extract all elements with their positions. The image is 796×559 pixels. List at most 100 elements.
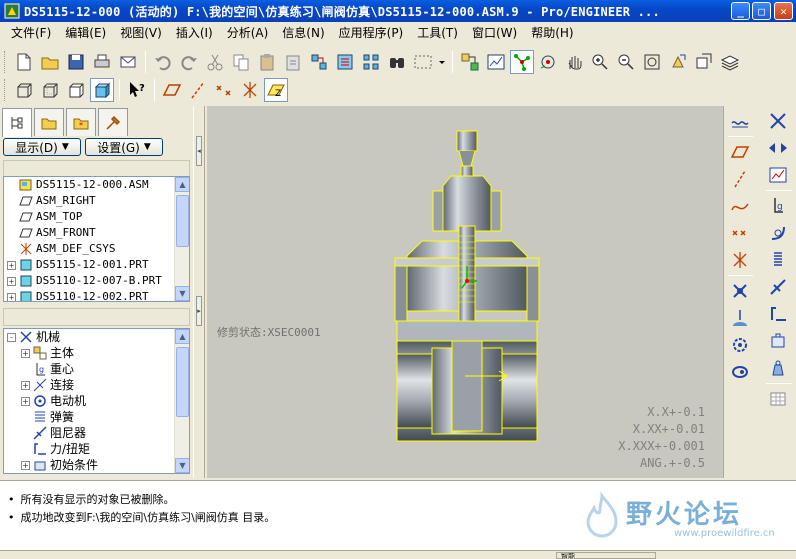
expand-icon[interactable]: + bbox=[21, 396, 30, 406]
model-tree-scrollbar[interactable]: ▲ ▼ bbox=[174, 177, 189, 301]
datum-csys-tool[interactable] bbox=[727, 248, 753, 272]
scroll-down-button[interactable]: ▼ bbox=[175, 286, 189, 301]
select-box-button[interactable] bbox=[411, 50, 435, 74]
mechanism-tree-item[interactable]: + 电动机 bbox=[4, 393, 189, 409]
tab-connections[interactable] bbox=[98, 108, 128, 136]
panel-splitter[interactable]: ◂ ▸ bbox=[193, 106, 205, 478]
scroll-up-button[interactable]: ▲ bbox=[175, 177, 189, 192]
menu-applications[interactable]: 应用程序(P) bbox=[332, 22, 411, 44]
mechanism-tree-scrollbar[interactable]: ▲ ▼ bbox=[174, 329, 189, 473]
tab-favorites[interactable]: * bbox=[66, 108, 96, 136]
model-tree-item[interactable]: ASM_FRONT bbox=[4, 225, 189, 241]
search-button[interactable] bbox=[385, 50, 409, 74]
model-tree-item[interactable]: + DS5110-12-007-B.PRT bbox=[4, 273, 189, 289]
mechanism-bodies-button[interactable] bbox=[458, 50, 482, 74]
tab-model-tree[interactable] bbox=[2, 108, 32, 137]
paste-special-button[interactable] bbox=[281, 50, 305, 74]
settings-dropdown[interactable]: 设置(G) ▼ bbox=[85, 138, 163, 156]
mechanism-tree-item[interactable]: + 初始条件 bbox=[4, 457, 189, 473]
paste-button[interactable] bbox=[255, 50, 279, 74]
menu-help[interactable]: 帮助(H) bbox=[524, 22, 580, 44]
wireframe-button[interactable] bbox=[12, 78, 36, 102]
refit-button[interactable] bbox=[640, 50, 664, 74]
csys-toggle[interactable] bbox=[238, 78, 262, 102]
scroll-up-button[interactable]: ▲ bbox=[175, 329, 189, 344]
connection-tool-button[interactable] bbox=[510, 50, 534, 74]
find-button[interactable] bbox=[359, 50, 383, 74]
scroll-thumb[interactable] bbox=[176, 347, 189, 417]
mechanism-tree-item[interactable]: g 重心 bbox=[4, 361, 189, 377]
force-button[interactable] bbox=[765, 302, 791, 326]
minimize-button[interactable]: _ bbox=[731, 2, 750, 20]
datum-points-toggle[interactable] bbox=[212, 78, 236, 102]
save-button[interactable] bbox=[64, 50, 88, 74]
zoom-out-button[interactable] bbox=[614, 50, 638, 74]
reorient-button[interactable] bbox=[666, 50, 690, 74]
saved-views-button[interactable] bbox=[692, 50, 716, 74]
model-tree-item[interactable]: DS5115-12-000.ASM bbox=[4, 177, 189, 193]
datum-planes-toggle[interactable] bbox=[160, 78, 184, 102]
tab-folder-browser[interactable] bbox=[34, 108, 64, 136]
expand-icon[interactable]: + bbox=[21, 460, 30, 470]
print-button[interactable] bbox=[90, 50, 114, 74]
spring-button[interactable] bbox=[765, 248, 791, 272]
servo-button[interactable] bbox=[765, 221, 791, 245]
menu-info[interactable]: 信息(N) bbox=[275, 22, 331, 44]
mechanism-tree-item[interactable]: 阻尼器 bbox=[4, 425, 189, 441]
direction-button[interactable] bbox=[765, 136, 791, 160]
datum-plane-tool[interactable] bbox=[727, 140, 753, 164]
close-button[interactable]: ✕ bbox=[774, 2, 793, 20]
mechanism-tree-item[interactable]: + 连接 bbox=[4, 377, 189, 393]
datum-axes-toggle[interactable] bbox=[186, 78, 210, 102]
menu-analysis[interactable]: 分析(A) bbox=[220, 22, 276, 44]
cut-button[interactable] bbox=[203, 50, 227, 74]
sketch-button[interactable] bbox=[727, 109, 753, 133]
collapse-icon[interactable]: - bbox=[7, 332, 16, 342]
table-button[interactable] bbox=[765, 387, 791, 411]
menu-insert[interactable]: 插入(I) bbox=[169, 22, 220, 44]
regen-manager-button[interactable] bbox=[333, 50, 357, 74]
expand-icon[interactable]: + bbox=[21, 380, 30, 390]
mass-properties-button[interactable] bbox=[765, 356, 791, 380]
regenerate-button[interactable] bbox=[307, 50, 331, 74]
menu-tools[interactable]: 工具(T) bbox=[410, 22, 465, 44]
scroll-down-button[interactable]: ▼ bbox=[175, 458, 189, 473]
toolbar-grip[interactable] bbox=[4, 51, 8, 73]
menu-file[interactable]: 文件(F) bbox=[4, 22, 58, 44]
scroll-thumb[interactable] bbox=[176, 195, 189, 247]
initial-condition-button[interactable] bbox=[765, 329, 791, 353]
model-tree-item[interactable]: ASM_DEF_CSYS bbox=[4, 241, 189, 257]
cam-button[interactable] bbox=[727, 360, 753, 384]
mechanism-tree-item[interactable]: 弹簧 bbox=[4, 409, 189, 425]
mechanism-tree-item[interactable]: + 主体 bbox=[4, 345, 189, 361]
gravity-button[interactable] bbox=[727, 306, 753, 330]
toolbar-grip[interactable] bbox=[4, 79, 8, 101]
no-hidden-button[interactable] bbox=[64, 78, 88, 102]
expand-icon[interactable]: + bbox=[21, 348, 30, 358]
collapse-handle[interactable]: ◂ bbox=[196, 136, 202, 166]
model-tree-item[interactable]: ASM_TOP bbox=[4, 209, 189, 225]
gravity-tool-button[interactable]: g bbox=[765, 194, 791, 218]
display-dropdown[interactable]: 显示(D) ▼ bbox=[3, 138, 81, 156]
mechanism-tree-item[interactable]: 力/扭矩 bbox=[4, 441, 189, 457]
datum-curve-tool[interactable] bbox=[727, 194, 753, 218]
open-button[interactable] bbox=[38, 50, 62, 74]
model-tree-item[interactable]: + DS5110-12-002.PRT bbox=[4, 289, 189, 301]
menu-view[interactable]: 视图(V) bbox=[113, 22, 169, 44]
undo-button[interactable] bbox=[151, 50, 175, 74]
datum-point-tool[interactable] bbox=[727, 221, 753, 245]
email-button[interactable] bbox=[116, 50, 140, 74]
layers-button[interactable] bbox=[718, 50, 742, 74]
damper-button[interactable] bbox=[765, 275, 791, 299]
redo-button[interactable] bbox=[177, 50, 201, 74]
analysis-button[interactable] bbox=[484, 50, 508, 74]
copy-button[interactable] bbox=[229, 50, 253, 74]
collapse-handle[interactable]: ▸ bbox=[196, 296, 202, 326]
connections-button[interactable] bbox=[765, 109, 791, 133]
maximize-button[interactable]: □ bbox=[752, 2, 771, 20]
servo-motor-button[interactable] bbox=[727, 333, 753, 357]
mechanism-tree[interactable]: - 机械 + 主体 g 重心 + 连接 + 电动机 弹簧 阻尼器 力/扭矩 + 初始条件 ▲ ▼ bbox=[3, 328, 190, 474]
pan-button[interactable] bbox=[562, 50, 586, 74]
model-tree-item[interactable]: + DS5115-12-001.PRT bbox=[4, 257, 189, 273]
new-button[interactable] bbox=[12, 50, 36, 74]
